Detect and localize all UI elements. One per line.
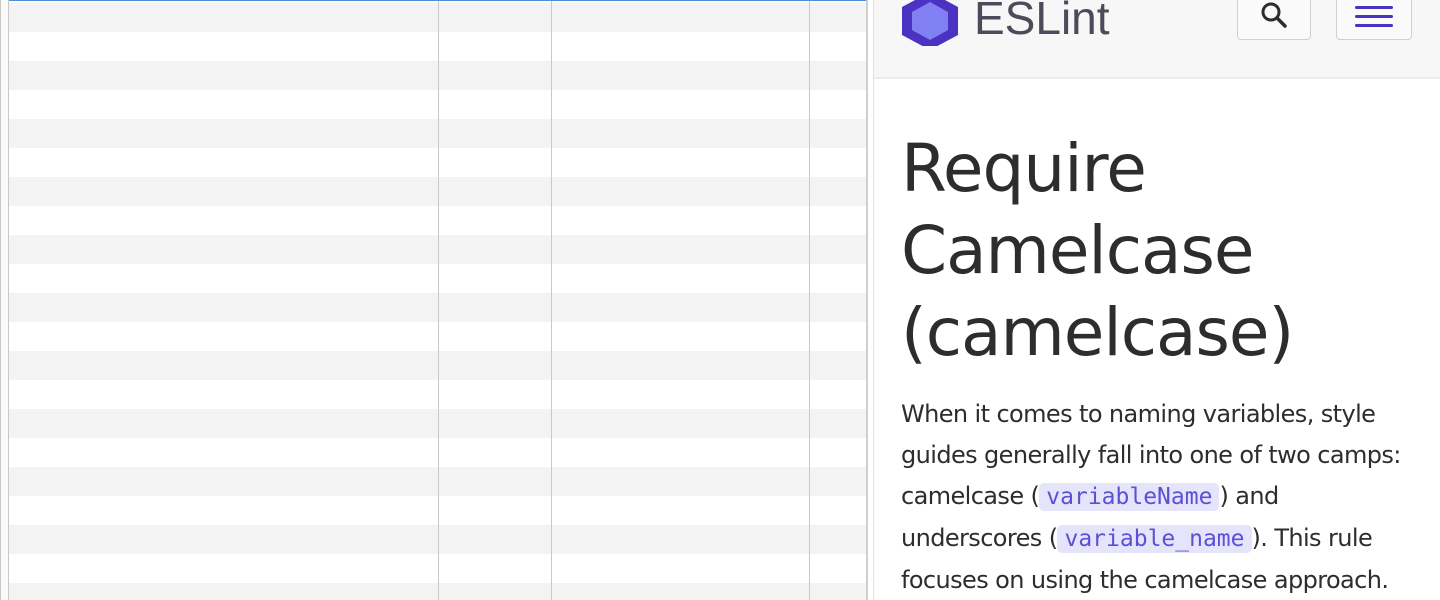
logo-text: ESLint xyxy=(974,0,1110,44)
intro-paragraph: When it comes to naming variables, style… xyxy=(901,394,1421,600)
search-icon xyxy=(1259,0,1289,34)
article-content: Require Camelcase (camelcase) When it co… xyxy=(901,128,1421,600)
title-line: Require xyxy=(901,130,1147,207)
hamburger-menu-icon xyxy=(1354,0,1394,34)
inline-code-variableName: variableName xyxy=(1039,483,1220,511)
column-divider xyxy=(551,1,552,600)
column-divider xyxy=(809,1,810,600)
eslint-logo-icon xyxy=(896,0,964,46)
site-header: ESLint xyxy=(874,0,1440,79)
site-logo[interactable]: ESLint xyxy=(896,0,1110,46)
title-line: (camelcase) xyxy=(901,294,1294,371)
page-title: Require Camelcase (camelcase) xyxy=(901,128,1421,374)
pane-divider[interactable] xyxy=(866,0,868,600)
inline-code-variable-name: variable_name xyxy=(1057,525,1252,553)
column-divider xyxy=(438,1,439,600)
empty-data-table-pane xyxy=(0,0,868,600)
search-button[interactable] xyxy=(1237,0,1311,40)
data-table xyxy=(9,0,867,600)
menu-toggle-button[interactable] xyxy=(1336,0,1412,40)
row-gutter xyxy=(1,0,9,600)
title-line: Camelcase xyxy=(901,212,1254,289)
docs-pane: ESLint Require Camelcase (camelcase) Whe… xyxy=(873,0,1440,600)
